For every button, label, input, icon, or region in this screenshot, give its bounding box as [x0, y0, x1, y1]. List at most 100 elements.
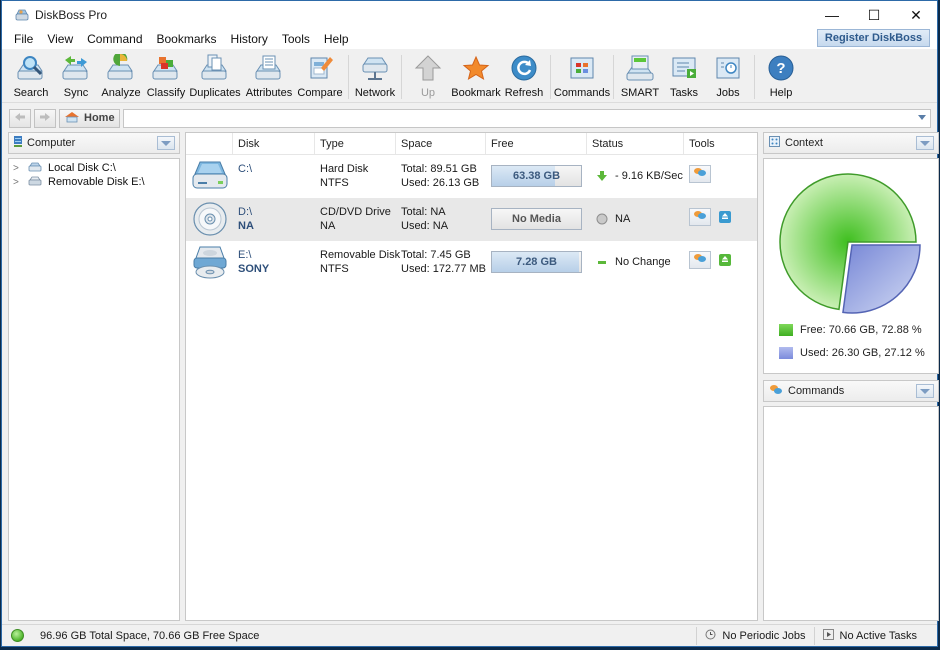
gray-circle-icon [595, 212, 609, 226]
menu-view[interactable]: View [40, 32, 80, 46]
column-header-status[interactable]: Status [587, 133, 684, 154]
jobs-button[interactable]: Jobs [706, 53, 750, 101]
up-button[interactable]: Up [406, 53, 450, 101]
eject-button[interactable] [719, 211, 731, 223]
home-button[interactable]: Home [59, 108, 120, 128]
title-bar: DiskBoss Pro — ☐ ✕ [2, 1, 937, 29]
compare-button[interactable]: Compare [296, 53, 344, 101]
smart-button[interactable]: SMART [618, 53, 662, 101]
disk-used: Used: NA [401, 220, 449, 232]
toolbar-separator [348, 55, 349, 99]
disk-usage-pie-chart [779, 173, 921, 314]
register-button[interactable]: Register DiskBoss [817, 29, 930, 47]
disk-row-e[interactable]: E:\ SONY Removable Disk NTFS Total: 7.45… [186, 241, 757, 284]
active-tasks-status[interactable]: No Active Tasks [813, 626, 937, 645]
menu-command[interactable]: Command [80, 32, 149, 46]
context-panel-body: Free: 70.66 GB, 72.88 % Used: 26.30 GB, … [763, 158, 939, 374]
address-input[interactable] [122, 108, 931, 128]
column-header-tools[interactable]: Tools [684, 133, 756, 154]
toolbar-separator [550, 55, 551, 99]
eject-button[interactable] [719, 254, 731, 266]
classify-button[interactable]: Classify [144, 53, 188, 101]
help-button[interactable]: ? Help [759, 53, 803, 101]
tree-item-local-disk-c[interactable]: > Local Disk C:\ [9, 161, 179, 175]
legend-swatch-used [779, 347, 793, 359]
close-button[interactable]: ✕ [895, 1, 937, 29]
network-icon [359, 53, 391, 83]
disk-tools-button[interactable] [689, 251, 711, 269]
refresh-button[interactable]: Refresh [502, 53, 546, 101]
disk-status: NA [615, 213, 631, 225]
app-window: DiskBoss Pro — ☐ ✕ File View Command Boo… [1, 0, 939, 647]
column-header-space[interactable]: Space [396, 133, 486, 154]
disk-tools-button[interactable] [689, 208, 711, 226]
window-title: DiskBoss Pro [35, 8, 108, 22]
context-panel-dropdown[interactable] [916, 136, 934, 150]
computer-panel-dropdown[interactable] [157, 136, 175, 150]
context-panel-title: Context [785, 137, 823, 149]
minimize-button[interactable]: — [811, 1, 853, 29]
expand-chevron-icon[interactable]: > [13, 177, 23, 188]
sync-button[interactable]: Sync [54, 53, 98, 101]
duplicates-button[interactable]: Duplicates [188, 53, 242, 101]
search-button[interactable]: Search [8, 53, 54, 101]
commands-panel-title: Commands [788, 385, 845, 397]
periodic-jobs-status[interactable]: No Periodic Jobs [696, 626, 813, 645]
context-panel-header: Context [763, 132, 939, 154]
disk-used: Used: 26.13 GB [401, 177, 480, 189]
back-button[interactable] [9, 108, 31, 128]
column-header-type[interactable]: Type [315, 133, 396, 154]
free-space-bar[interactable]: 7.28 GB [491, 251, 582, 273]
disk-type: Hard Disk [320, 163, 369, 175]
toolbar: Search Sync Analyze Classify Duplicates … [2, 49, 937, 103]
disk-filesystem: NTFS [320, 263, 349, 275]
expand-chevron-icon[interactable]: > [13, 163, 23, 174]
disk-filesystem: NA [320, 220, 336, 232]
tools-icon [693, 210, 707, 224]
disk-list-panel: Disk Type Space Free Status Tools C:\ Ha… [185, 132, 758, 621]
computer-tree: > Local Disk C:\ > Removable Disk E:\ [8, 158, 180, 621]
column-header-free[interactable]: Free [486, 133, 587, 154]
free-space-bar[interactable]: 63.38 GB [491, 165, 582, 187]
disk-type: Removable Disk [320, 249, 401, 261]
help-icon: ? [765, 53, 797, 83]
address-dropdown-icon[interactable] [918, 114, 926, 120]
menu-bookmarks[interactable]: Bookmarks [150, 32, 224, 46]
star-icon [460, 53, 492, 83]
menu-help[interactable]: Help [317, 32, 356, 46]
forward-button[interactable] [34, 108, 56, 128]
disk-name[interactable]: E:\ [238, 248, 315, 262]
play-icon [822, 628, 834, 643]
disk-name[interactable]: D:\ [238, 205, 315, 219]
menu-history[interactable]: History [224, 32, 275, 46]
disk-row-d[interactable]: D:\ NA CD/DVD Drive NA Total: NA Used: N… [186, 198, 757, 241]
disk-status: - 9.16 KB/Sec [615, 170, 683, 182]
attributes-button[interactable]: Attributes [242, 53, 296, 101]
free-space-bar[interactable]: No Media [491, 208, 582, 230]
smart-icon [624, 53, 656, 83]
tasks-button[interactable]: Tasks [662, 53, 706, 101]
bookmark-button[interactable]: Bookmark [450, 53, 502, 101]
disk-tools-button[interactable] [689, 165, 711, 183]
commands-button[interactable]: Commands [554, 53, 610, 101]
menu-file[interactable]: File [2, 32, 40, 46]
disk-row-c[interactable]: C:\ Hard Disk NTFS Total: 89.51 GB Used:… [186, 155, 757, 198]
status-bar: 96.96 GB Total Space, 70.66 GB Free Spac… [2, 624, 937, 646]
disk-total: Total: 7.45 GB [401, 249, 471, 261]
maximize-button[interactable]: ☐ [853, 1, 895, 29]
analyze-button[interactable]: Analyze [98, 53, 144, 101]
disk-filesystem: NTFS [320, 177, 349, 189]
commands-panel-icon [769, 384, 783, 398]
commands-panel-dropdown[interactable] [916, 384, 934, 398]
disk-status: No Change [615, 256, 671, 268]
network-button[interactable]: Network [353, 53, 397, 101]
menu-tools[interactable]: Tools [275, 32, 317, 46]
eject-icon [721, 210, 729, 224]
disk-label: SONY [238, 263, 270, 275]
disk-name[interactable]: C:\ [238, 162, 315, 176]
tree-item-removable-disk-e[interactable]: > Removable Disk E:\ [9, 175, 179, 189]
duplicates-icon [199, 53, 231, 83]
pie-slice-used [842, 244, 921, 314]
column-header-disk[interactable]: Disk [233, 133, 315, 154]
column-header-icon[interactable] [186, 133, 233, 154]
